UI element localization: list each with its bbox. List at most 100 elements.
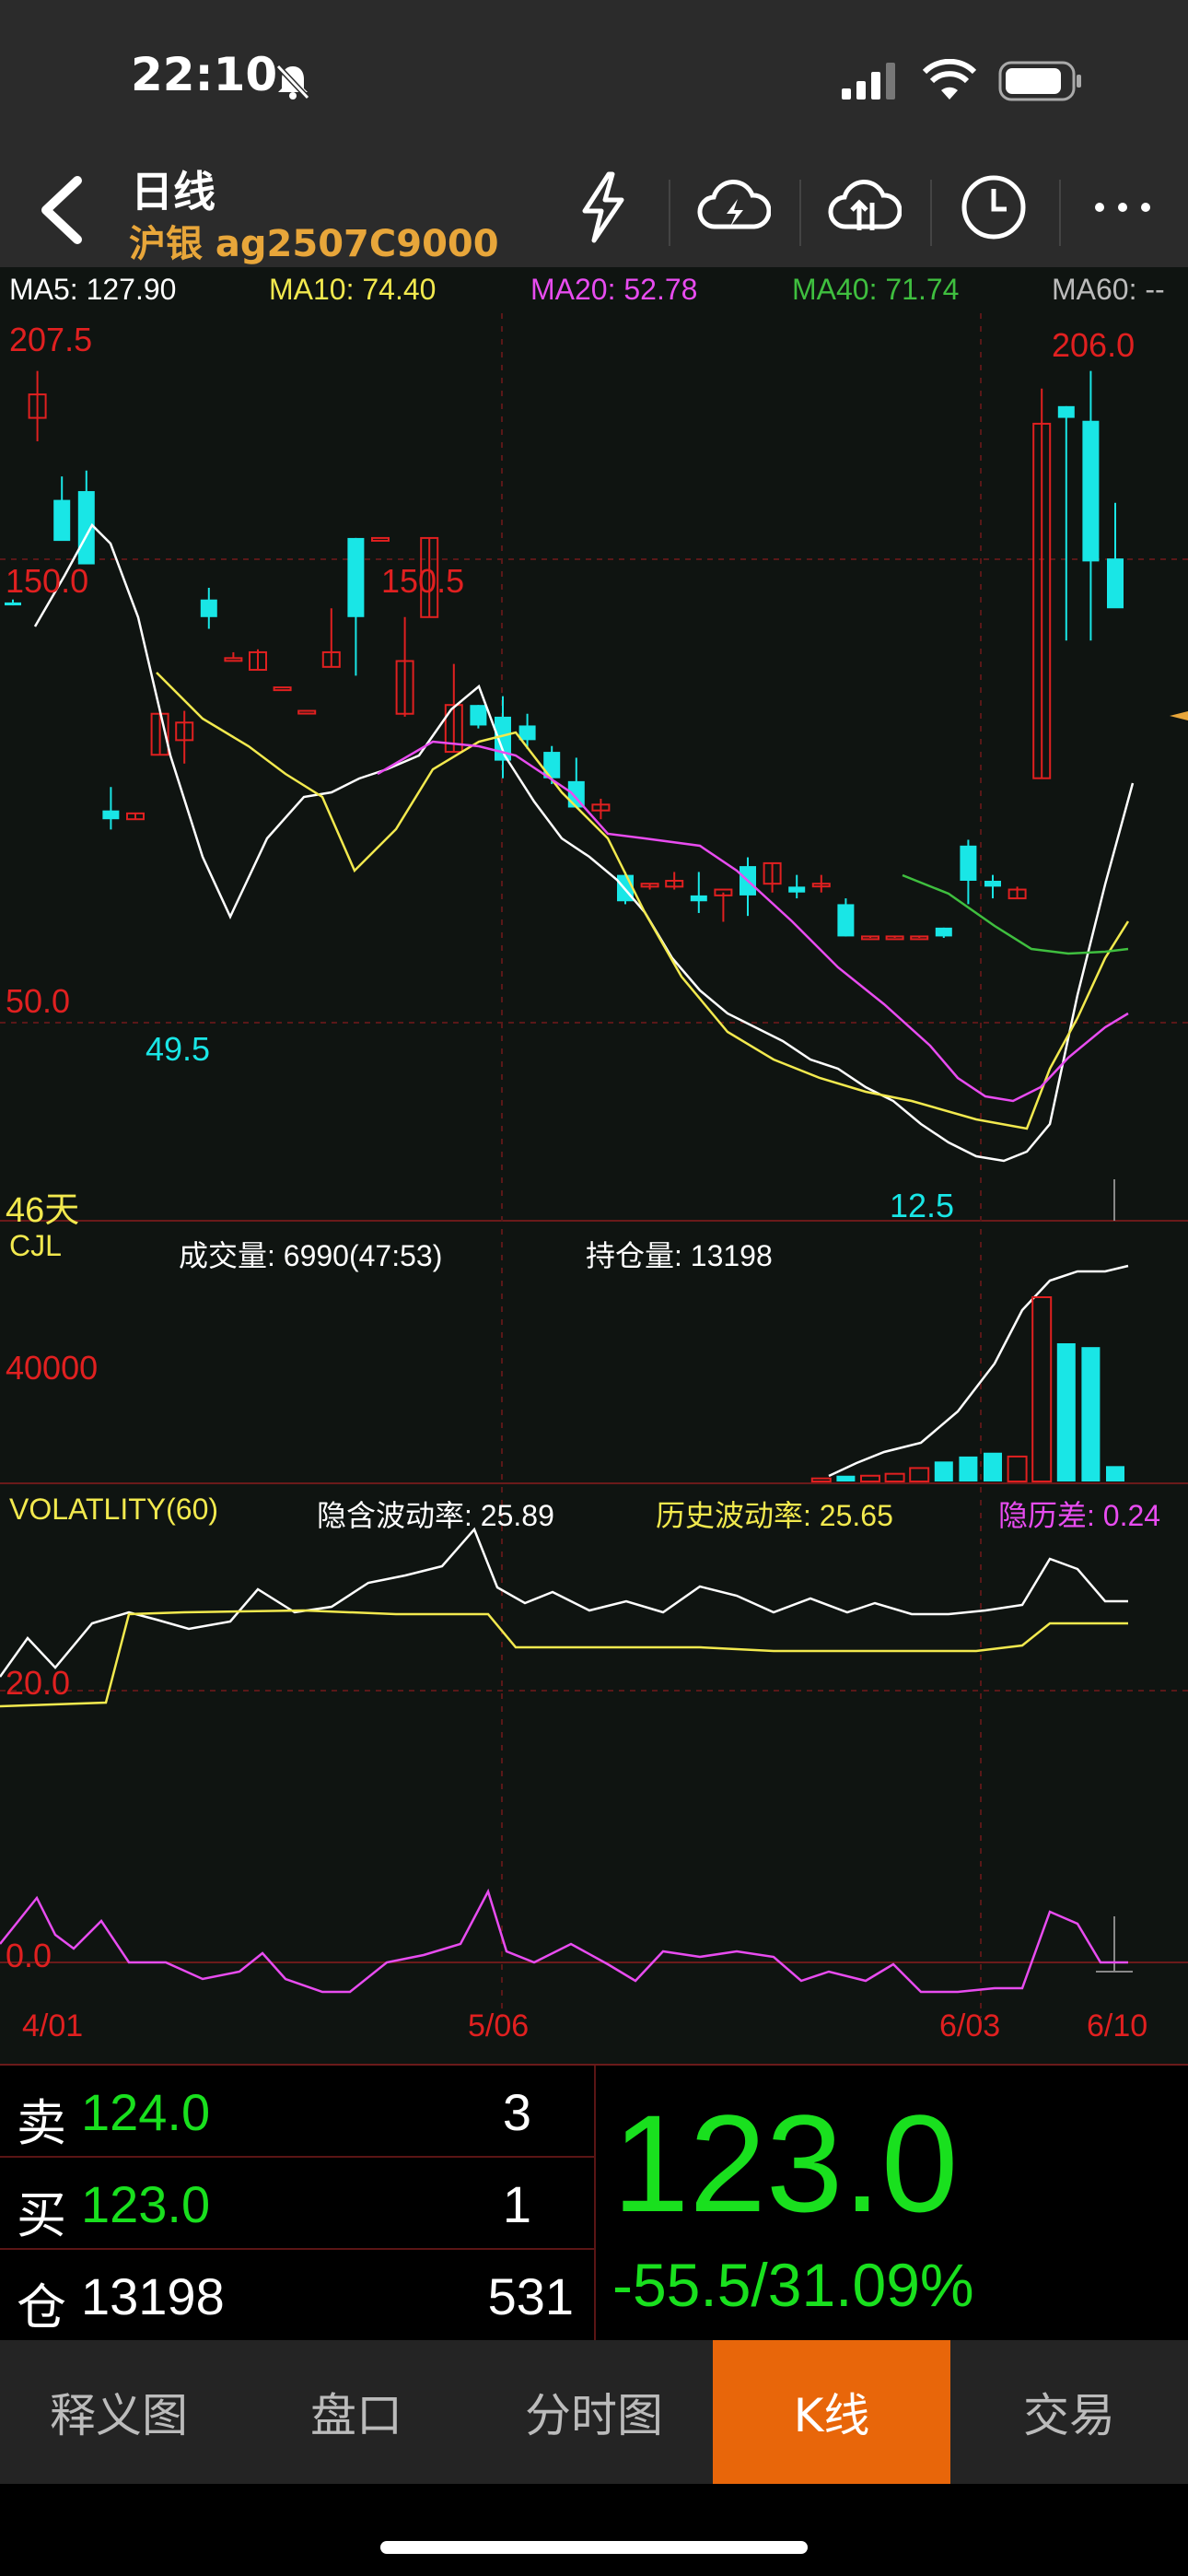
cjl-label: CJL bbox=[9, 1229, 62, 1262]
app-header: 日线 沪银 ag2507C9000 bbox=[0, 157, 1188, 267]
volume-bar bbox=[959, 1456, 978, 1481]
ask-qty: 3 bbox=[502, 2083, 531, 2141]
tab-trade[interactable]: 交易 bbox=[950, 2340, 1188, 2484]
volume-bar bbox=[884, 1472, 905, 1482]
volatility-axis-0-label: 0.0 bbox=[6, 1937, 52, 1974]
candle-body bbox=[200, 599, 217, 617]
ma5-label: MA5: 127.90 bbox=[9, 273, 177, 306]
volatility-diff-text: 隐历差: 0.24 bbox=[998, 1499, 1161, 1532]
price-change: -55.5/31.09% bbox=[612, 2251, 974, 2319]
home-indicator bbox=[380, 2541, 808, 2554]
bid-row[interactable]: 买 123.0 1 bbox=[0, 2158, 594, 2250]
candle-body bbox=[77, 491, 95, 565]
implied-volatility-line bbox=[0, 1527, 1128, 1678]
more-button[interactable] bbox=[1072, 161, 1173, 253]
header-separator bbox=[1059, 180, 1061, 246]
quote-panel: 卖 124.0 3 买 123.0 1 仓 13198 531 123.0 -5… bbox=[0, 2064, 1188, 2342]
historical-volatility-text: 历史波动率: 25.65 bbox=[656, 1499, 893, 1532]
candle-body bbox=[1082, 420, 1100, 562]
lightning-icon bbox=[582, 171, 624, 243]
oi-tag: 仓 bbox=[17, 2278, 66, 2336]
candle-body bbox=[470, 705, 487, 726]
volume-bar bbox=[934, 1461, 953, 1481]
ask-row[interactable]: 卖 124.0 3 bbox=[0, 2066, 594, 2158]
candle-body bbox=[788, 886, 806, 893]
signal-icon bbox=[842, 63, 895, 100]
header-separator bbox=[669, 180, 670, 246]
cloud-download-icon bbox=[697, 179, 771, 229]
candle-body bbox=[935, 927, 952, 937]
header-separator bbox=[930, 180, 932, 246]
volume-bar bbox=[1056, 1343, 1076, 1481]
volume-bar bbox=[909, 1467, 930, 1482]
candle-body bbox=[837, 904, 855, 937]
bell-muted-icon bbox=[275, 64, 310, 100]
candle-body bbox=[102, 810, 120, 820]
volatility-diff-line bbox=[0, 1888, 1128, 1994]
ask-tag: 卖 bbox=[17, 2094, 66, 2152]
right-high-label: 206.0 bbox=[1052, 326, 1136, 364]
volume-bar bbox=[1081, 1347, 1101, 1481]
ma40-line bbox=[902, 873, 1129, 955]
date-label-mid: 5/06 bbox=[468, 2008, 530, 2043]
status-bar: 22:10 bbox=[0, 0, 1188, 157]
candle-body bbox=[347, 537, 365, 617]
volume-bar bbox=[1007, 1455, 1028, 1482]
ma10-label: MA10: 74.40 bbox=[269, 273, 437, 306]
date-label-late: 6/03 bbox=[939, 2008, 1001, 2043]
cloud-sync-icon bbox=[828, 179, 902, 230]
quote-divider bbox=[594, 2066, 596, 2342]
tab-payoff-chart[interactable]: 释义图 bbox=[0, 2340, 238, 2484]
tab-order-book[interactable]: 盘口 bbox=[238, 2340, 475, 2484]
tab-kline[interactable]: K线 bbox=[713, 2340, 950, 2484]
date-label-start: 4/01 bbox=[22, 2008, 84, 2043]
candle-body bbox=[960, 845, 977, 881]
bid-qty: 1 bbox=[502, 2175, 531, 2233]
history-button[interactable] bbox=[943, 161, 1044, 253]
bid-tag: 买 bbox=[17, 2186, 66, 2244]
candle-body bbox=[53, 499, 71, 542]
candle-body bbox=[273, 686, 292, 692]
page-title: 日线 bbox=[131, 167, 215, 217]
date-label-end: 6/10 bbox=[1087, 2008, 1148, 2043]
historical-volatility-line bbox=[0, 1609, 1128, 1708]
lightning-button[interactable] bbox=[553, 161, 654, 253]
local-high-label: 150.5 bbox=[381, 562, 465, 600]
ma-lines bbox=[0, 522, 1135, 1994]
candle-body bbox=[224, 657, 243, 662]
axis-50-label: 50.0 bbox=[6, 982, 71, 1020]
axis-150-label: 150.0 bbox=[6, 562, 89, 600]
open-interest-row: 仓 13198 531 bbox=[0, 2250, 594, 2342]
ma40-label: MA40: 71.74 bbox=[792, 273, 960, 306]
wifi-icon bbox=[923, 59, 976, 100]
volatility-axis-20-label: 20.0 bbox=[6, 1664, 71, 1702]
back-arrow-icon[interactable] bbox=[33, 173, 88, 247]
clock-icon bbox=[961, 175, 1026, 240]
last-price: 123.0 bbox=[612, 2086, 959, 2241]
days-count-label: 46天 bbox=[6, 1191, 80, 1230]
battery-icon bbox=[998, 61, 1081, 101]
volume-bar bbox=[1031, 1296, 1053, 1482]
volatility-indicator-label: VOLATLITY(60) bbox=[9, 1493, 219, 1526]
volume-bar bbox=[810, 1477, 832, 1482]
ma10-line bbox=[156, 672, 1130, 1130]
kline-chart[interactable] bbox=[0, 313, 1188, 2064]
cloud-sync-button[interactable] bbox=[814, 161, 915, 253]
volume-bar bbox=[860, 1474, 880, 1482]
bottom-tab-bar: 释义图 盘口 分时图 K线 交易 bbox=[0, 2340, 1188, 2484]
candle-body bbox=[1057, 405, 1075, 418]
implied-volatility-text: 隐含波动率: 25.89 bbox=[317, 1499, 554, 1532]
high-price-label: 207.5 bbox=[9, 321, 93, 358]
volume-bar bbox=[836, 1475, 856, 1481]
volume-axis-label: 40000 bbox=[6, 1349, 99, 1387]
right-low-label: 12.5 bbox=[890, 1187, 955, 1224]
volume-bar bbox=[984, 1452, 1002, 1481]
cloud-download-button[interactable] bbox=[683, 161, 785, 253]
volume-series bbox=[810, 1296, 1124, 1482]
ma-legend: MA5: 127.90 MA10: 74.40 MA20: 52.78 MA40… bbox=[0, 273, 1188, 313]
current-price-marker bbox=[1170, 711, 1188, 720]
tab-intraday[interactable]: 分时图 bbox=[475, 2340, 713, 2484]
candle-body bbox=[5, 602, 21, 606]
candle-body bbox=[297, 709, 317, 715]
volume-text: 成交量: 6990(47:53) bbox=[179, 1239, 443, 1272]
